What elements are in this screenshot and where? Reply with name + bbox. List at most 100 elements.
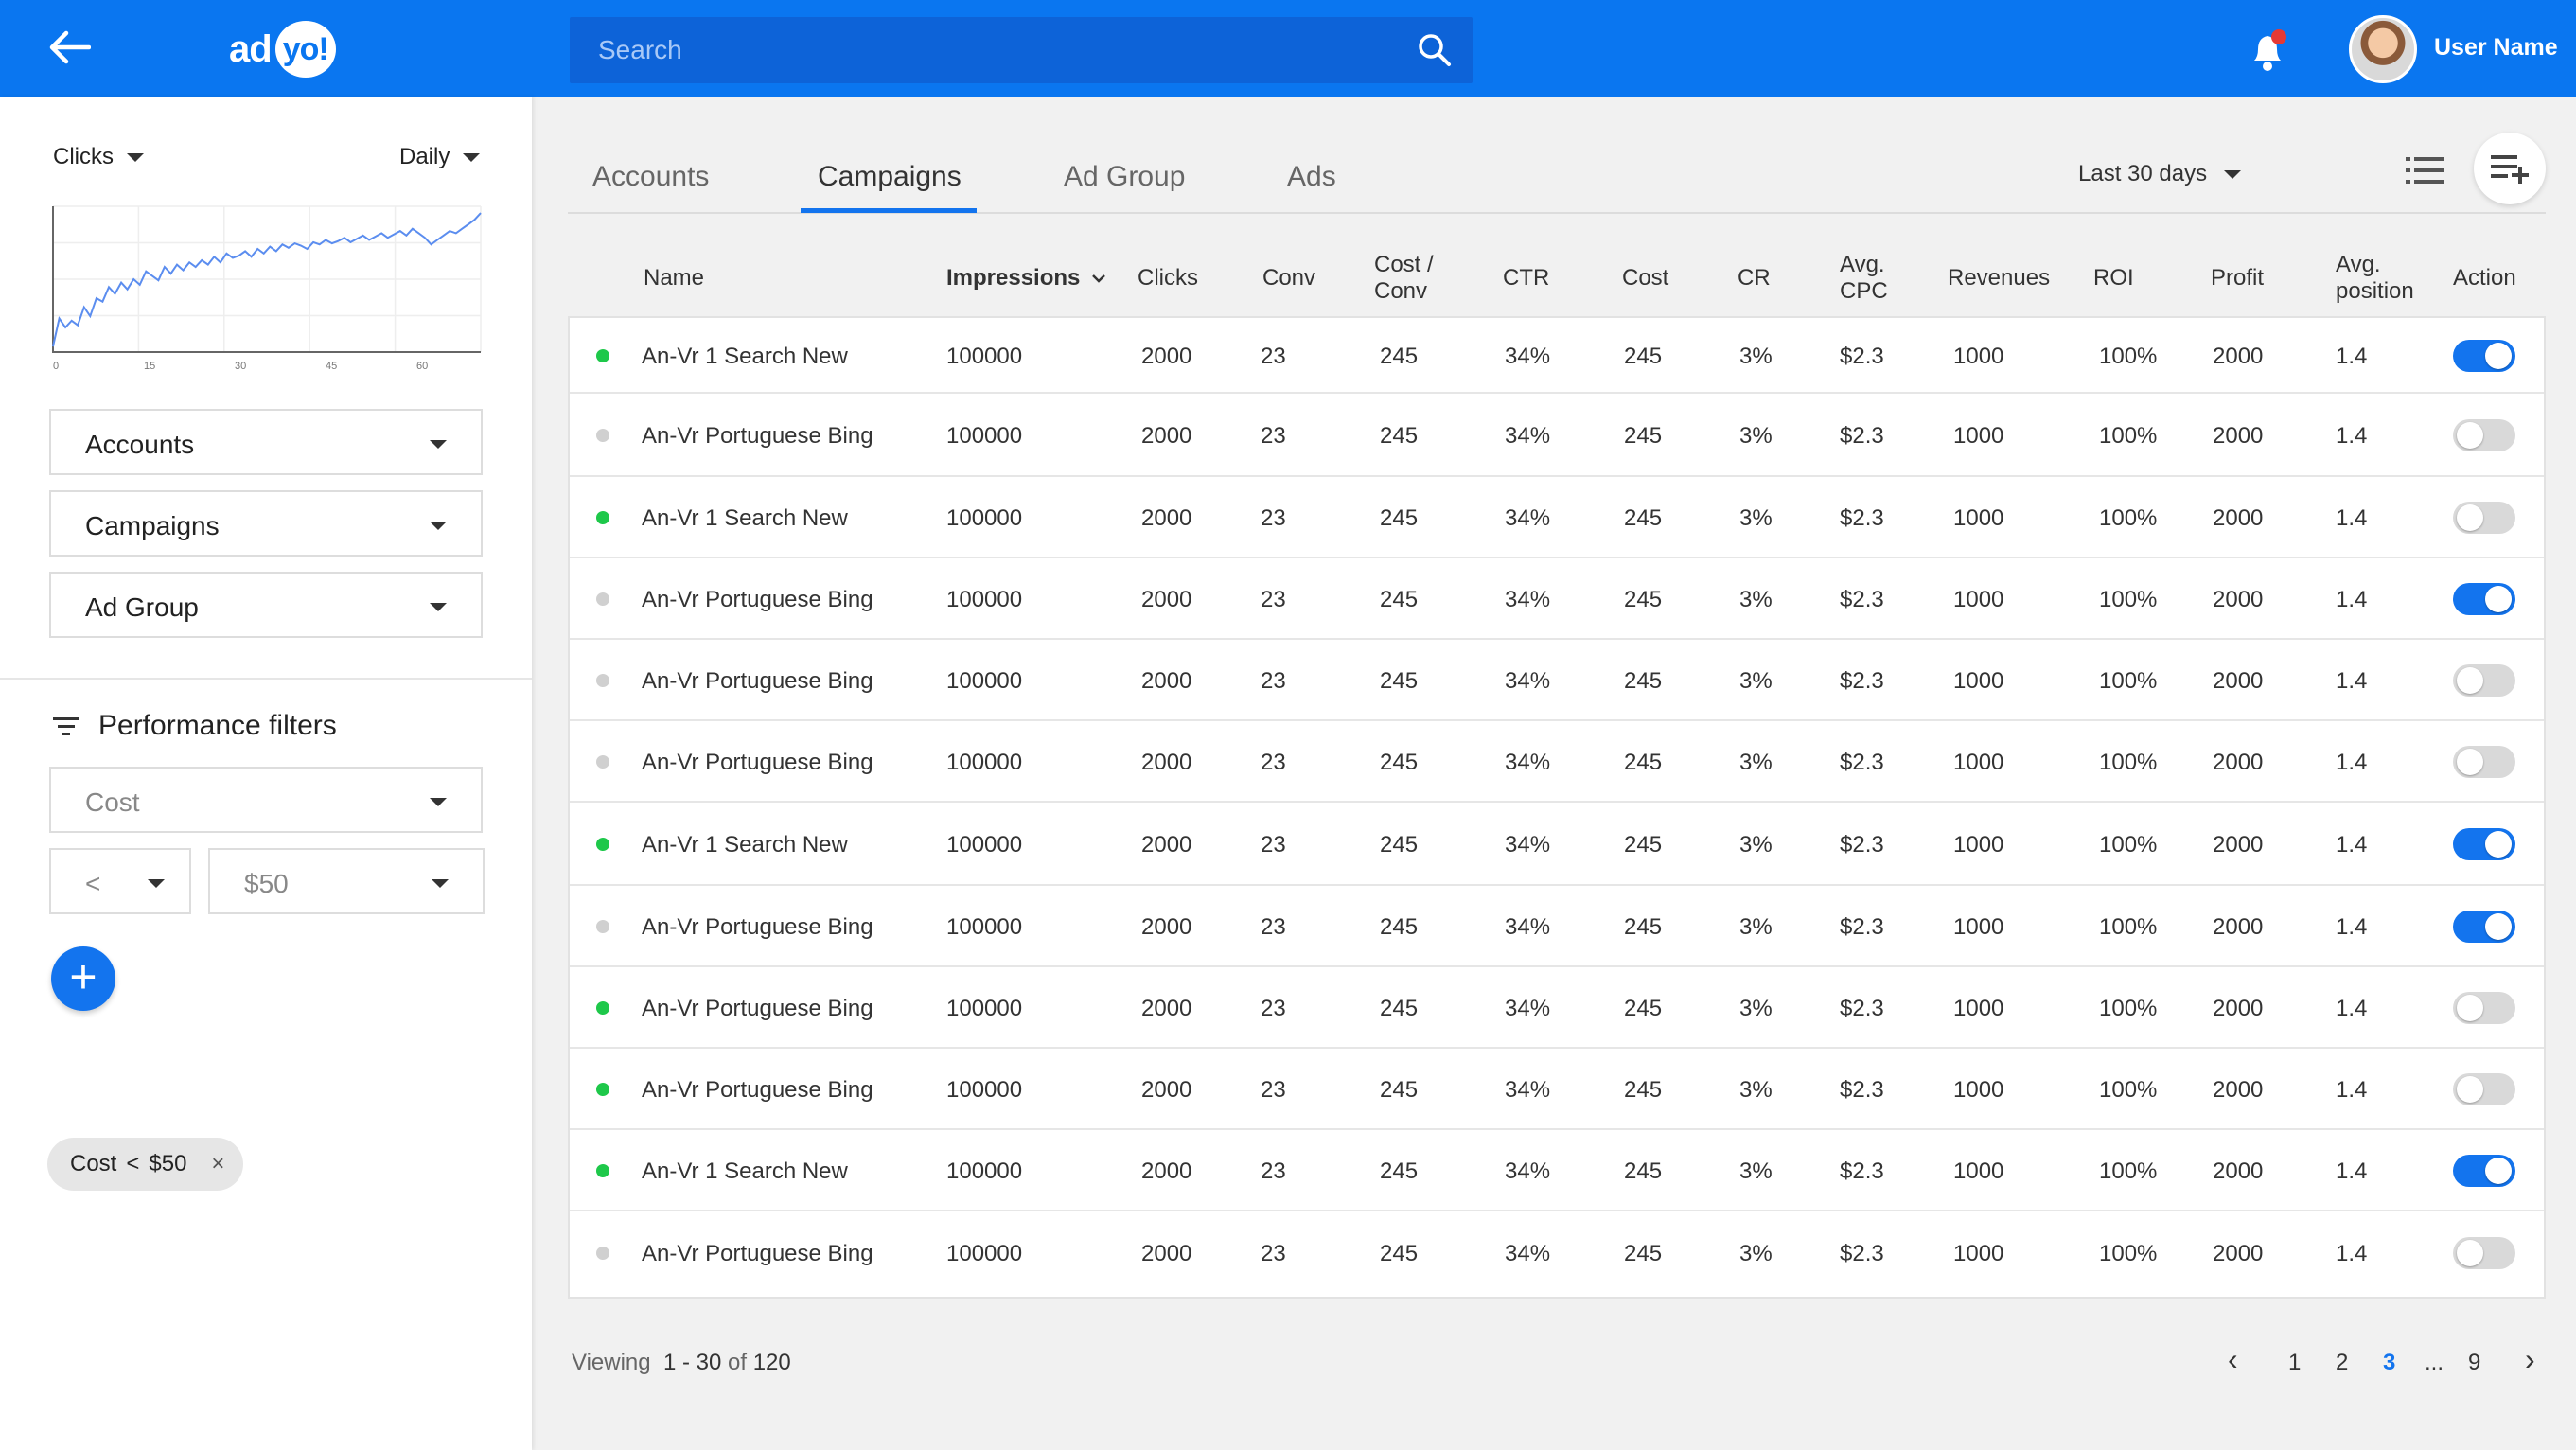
date-range-dropdown[interactable]: Last 30 days [2078, 161, 2242, 187]
cell-name[interactable]: An-Vr Portuguese Bing [642, 1077, 873, 1104]
filter-value-select[interactable]: $50 [208, 848, 485, 914]
col-roi[interactable]: ROI [2093, 265, 2134, 292]
tab-campaigns[interactable]: Campaigns [818, 161, 962, 193]
enable-toggle[interactable] [2453, 1155, 2515, 1187]
col-name[interactable]: Name [644, 265, 704, 292]
table-row[interactable]: An-Vr Portuguese Bing 100000 2000 23 245 34% 2… [570, 721, 2544, 803]
enable-toggle[interactable] [2453, 1237, 2515, 1269]
tab-accounts[interactable]: Accounts [592, 161, 709, 193]
enable-toggle[interactable] [2453, 502, 2515, 534]
status-dot [596, 511, 609, 524]
cell-profit: 2000 [2213, 1241, 2264, 1266]
col-revenues[interactable]: Revenues [1948, 265, 2050, 292]
table-row[interactable]: An-Vr Portuguese Bing 100000 2000 23 245 34% 2… [570, 1049, 2544, 1130]
add-to-list-button[interactable] [2474, 133, 2546, 204]
table-row[interactable]: An-Vr Portuguese Bing 100000 2000 23 245 34% 2… [570, 1211, 2544, 1295]
page-2[interactable]: 2 [2336, 1350, 2348, 1376]
interval-dropdown[interactable]: Daily [399, 144, 481, 170]
cell-cr: 3% [1739, 1241, 1773, 1266]
col-cr[interactable]: CR [1738, 265, 1771, 292]
cell-name[interactable]: An-Vr Portuguese Bing [642, 914, 873, 941]
enable-toggle[interactable] [2453, 828, 2515, 860]
enable-toggle[interactable] [2453, 340, 2515, 372]
cell-cost: 245 [1624, 505, 1663, 531]
page-1[interactable]: 1 [2288, 1350, 2301, 1376]
list-view-icon[interactable] [2406, 155, 2444, 186]
col-avg-cpc[interactable]: Avg. CPC [1840, 252, 1888, 305]
table-row[interactable]: An-Vr Portuguese Bing 100000 2000 23 245 34% 2… [570, 640, 2544, 721]
avatar[interactable] [2349, 15, 2417, 83]
enable-toggle[interactable] [2453, 911, 2515, 943]
accounts-select[interactable]: Accounts [49, 409, 483, 475]
cell-name[interactable]: An-Vr 1 Search New [642, 344, 848, 370]
add-filter-button[interactable]: + [51, 946, 115, 1011]
col-impressions[interactable]: Impressions [946, 265, 1106, 292]
cell-name[interactable]: An-Vr Portuguese Bing [642, 996, 873, 1022]
cell-cost: 245 [1624, 423, 1663, 449]
user-name[interactable]: User Name [2434, 34, 2558, 62]
cell-name[interactable]: An-Vr Portuguese Bing [642, 1241, 873, 1267]
col-conv[interactable]: Conv [1262, 265, 1315, 292]
col-clicks[interactable]: Clicks [1138, 265, 1198, 292]
cell-avg-position: 1.4 [2336, 587, 2368, 612]
table-row[interactable]: An-Vr 1 Search New 100000 2000 23 245 34% 245 3… [570, 477, 2544, 558]
cell-cr: 3% [1739, 832, 1773, 858]
table-row[interactable]: An-Vr Portuguese Bing 100000 2000 23 245 34% 2… [570, 886, 2544, 967]
enable-toggle[interactable] [2453, 746, 2515, 778]
cell-roi: 100% [2099, 505, 2158, 531]
table-row[interactable]: An-Vr Portuguese Bing 100000 2000 23 245 34% 2… [570, 558, 2544, 640]
page-9[interactable]: 9 [2468, 1350, 2480, 1376]
filter-operator-select[interactable]: < [49, 848, 191, 914]
enable-toggle[interactable] [2453, 664, 2515, 697]
col-cost-conv[interactable]: Cost / Conv [1374, 252, 1434, 305]
logo-ad-text: ad [229, 27, 273, 70]
logo[interactable]: ad yo! [229, 21, 336, 78]
filter-chip[interactable]: Cost < $50 × [47, 1138, 244, 1191]
table-row[interactable]: An-Vr 1 Search New 100000 2000 23 245 34% 245 3… [570, 803, 2544, 886]
col-avg-position[interactable]: Avg. position [2336, 252, 2414, 305]
search-input[interactable] [570, 17, 1403, 83]
campaigns-select[interactable]: Campaigns [49, 490, 483, 557]
table-row[interactable]: An-Vr Portuguese Bing 100000 2000 23 245 34% 2… [570, 967, 2544, 1049]
enable-toggle[interactable] [2453, 992, 2515, 1024]
ad-group-select[interactable]: Ad Group [49, 572, 483, 638]
col-profit[interactable]: Profit [2211, 265, 2264, 292]
performance-filters-title: Performance filters [98, 710, 337, 741]
table-row[interactable]: An-Vr Portuguese Bing 100000 2000 23 245 34% 2… [570, 394, 2544, 477]
enable-toggle[interactable] [2453, 583, 2515, 615]
cell-name[interactable]: An-Vr 1 Search New [642, 832, 848, 858]
cell-name[interactable]: An-Vr Portuguese Bing [642, 587, 873, 613]
cell-impressions: 100000 [946, 423, 1023, 449]
status-dot [596, 920, 609, 933]
table-row[interactable]: An-Vr 1 Search New 100000 2000 23 245 34% 245 3… [570, 1130, 2544, 1211]
enable-toggle[interactable] [2453, 419, 2515, 451]
page-3[interactable]: 3 [2383, 1350, 2395, 1376]
close-icon[interactable]: × [211, 1151, 224, 1177]
cell-cost-conv: 245 [1380, 832, 1419, 858]
filter-field-select[interactable]: Cost [49, 767, 483, 833]
prev-page-button[interactable]: ‹ [2228, 1342, 2238, 1377]
enable-toggle[interactable] [2453, 1073, 2515, 1105]
back-arrow-icon[interactable] [47, 28, 91, 66]
notification-bell-icon[interactable] [2247, 27, 2288, 74]
cell-name[interactable]: An-Vr 1 Search New [642, 1158, 848, 1185]
col-cost[interactable]: Cost [1622, 265, 1668, 292]
tab-ad-group[interactable]: Ad Group [1064, 161, 1185, 193]
cell-revenues: 1000 [1953, 832, 2004, 858]
next-page-button[interactable]: › [2525, 1342, 2535, 1377]
cell-impressions: 100000 [946, 1077, 1023, 1103]
tab-ads[interactable]: Ads [1287, 161, 1336, 193]
cell-roi: 100% [2099, 914, 2158, 940]
cell-cost: 245 [1624, 1241, 1663, 1266]
col-ctr[interactable]: CTR [1503, 265, 1549, 292]
cell-name[interactable]: An-Vr Portuguese Bing [642, 423, 873, 450]
cell-name[interactable]: An-Vr Portuguese Bing [642, 750, 873, 776]
cell-ctr: 34% [1505, 996, 1551, 1021]
cell-conv: 23 [1261, 750, 1286, 775]
cell-name[interactable]: An-Vr 1 Search New [642, 505, 848, 532]
metric-dropdown[interactable]: Clicks [53, 144, 144, 170]
search-icon[interactable] [1416, 31, 1454, 69]
cell-profit: 2000 [2213, 505, 2264, 531]
cell-name[interactable]: An-Vr Portuguese Bing [642, 668, 873, 695]
table-row[interactable]: An-Vr 1 Search New 100000 2000 23 245 34% 245 3… [570, 318, 2544, 394]
